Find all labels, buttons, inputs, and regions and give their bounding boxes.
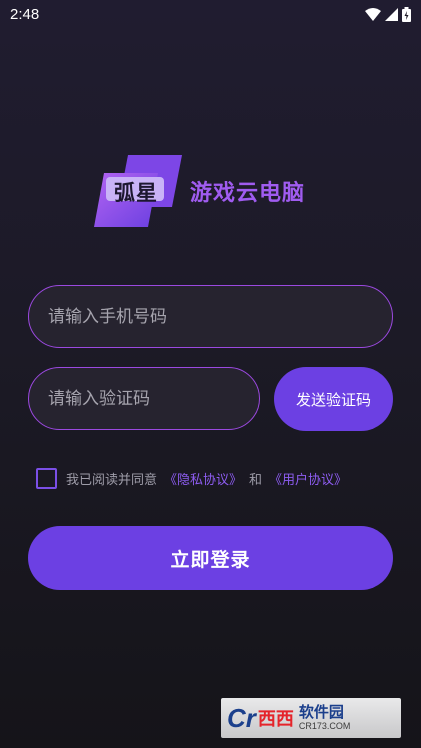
agree-checkbox[interactable] bbox=[36, 468, 57, 489]
app-title: 游戏云电脑 bbox=[190, 181, 306, 206]
phone-input[interactable] bbox=[48, 306, 392, 327]
agree-conjunction: 和 bbox=[249, 473, 263, 488]
app-logo: 弧星 游戏云电脑 bbox=[94, 155, 305, 227]
watermark-red-text: 西西 bbox=[257, 709, 294, 730]
status-time: 2:48 bbox=[10, 5, 40, 23]
agree-text: 我已阅读并同意 bbox=[66, 473, 158, 488]
logo-badge-text: 弧星 bbox=[114, 181, 158, 205]
privacy-policy-link[interactable]: 《隐私协议》 bbox=[164, 469, 242, 488]
code-field[interactable] bbox=[28, 367, 260, 430]
status-icons bbox=[365, 6, 411, 22]
watermark-title: 软件园 bbox=[298, 703, 344, 721]
verification-code-input[interactable] bbox=[48, 388, 259, 409]
watermark-logo: Cr 西西 软件园 CR173.COM bbox=[221, 698, 401, 738]
logo-badge: 弧星 bbox=[94, 155, 184, 227]
status-bar: 2:48 bbox=[0, 0, 421, 28]
battery-icon bbox=[402, 6, 411, 22]
watermark-subtitle: CR173.COM bbox=[298, 721, 351, 731]
login-button[interactable]: 立即登录 bbox=[28, 526, 393, 590]
user-agreement-link[interactable]: 《用户协议》 bbox=[269, 469, 347, 488]
agreement-row: 我已阅读并同意 《隐私协议》 和 《用户协议》 bbox=[36, 468, 354, 489]
watermark-right: 软件园 CR173.COM bbox=[299, 705, 351, 731]
watermark-c-logo: Cr bbox=[227, 702, 256, 733]
wifi-icon bbox=[365, 7, 381, 21]
phone-field[interactable] bbox=[28, 285, 393, 348]
send-code-button[interactable]: 发送验证码 bbox=[274, 367, 393, 431]
signal-icon bbox=[385, 7, 398, 21]
